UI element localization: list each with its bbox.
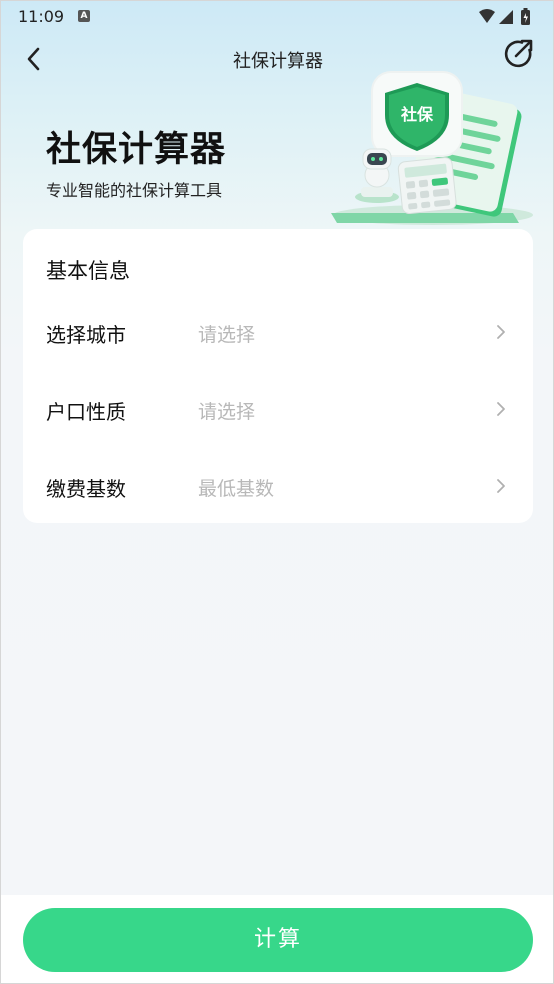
badge-text: 社保: [400, 105, 434, 124]
row-label: 户口性质: [46, 400, 126, 424]
social-security-illustration: 社保: [331, 71, 533, 225]
base-placeholder: 最低基数: [198, 478, 275, 500]
chevron-right-icon: [497, 325, 505, 339]
hukou-placeholder: 请选择: [198, 401, 256, 423]
notification-icon: A: [78, 10, 90, 22]
calculate-button[interactable]: 计算: [23, 908, 533, 972]
select-city-row[interactable]: 选择城市 请选择: [23, 301, 533, 361]
contribution-base-row[interactable]: 缴费基数 最低基数: [23, 455, 533, 515]
bottom-bar: 计算: [1, 895, 553, 983]
hero-subtitle: 专业智能的社保计算工具: [46, 181, 223, 200]
status-time: 11:09: [18, 7, 65, 26]
city-placeholder: 请选择: [198, 324, 256, 346]
system-status-icons: [479, 8, 530, 25]
signal-icon: [499, 10, 513, 24]
row-label: 选择城市: [46, 323, 126, 347]
status-bar: 11:09 A: [1, 1, 553, 33]
chevron-right-icon: [497, 479, 505, 493]
hukou-type-row[interactable]: 户口性质 请选择: [23, 378, 533, 438]
app-frame: 11:09 A 社保计算器 社保计算器 专业智能的社保计算工具 社保 基本信息 …: [0, 0, 554, 984]
row-label: 缴费基数: [46, 477, 126, 501]
card-title: 基本信息: [46, 259, 130, 283]
wifi-icon: [479, 9, 495, 23]
basic-info-card: 基本信息 选择城市 请选择 户口性质 请选择 缴费基数 最低基数: [23, 229, 533, 523]
hero-title: 社保计算器: [46, 130, 227, 170]
chevron-right-icon: [497, 402, 505, 416]
